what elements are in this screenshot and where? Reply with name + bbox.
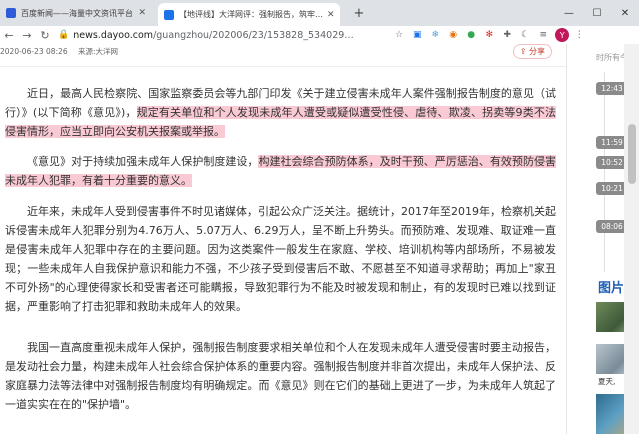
divider xyxy=(0,66,566,67)
address-bar[interactable]: news.dayoo.com/guangzhou/202006/23/15382… xyxy=(73,30,373,41)
snowflake-icon[interactable]: ❄ xyxy=(427,27,443,43)
scrollbar[interactable] xyxy=(624,44,639,434)
moon-icon[interactable]: ☾ xyxy=(517,27,533,43)
avatar[interactable]: Y xyxy=(555,28,570,42)
close-tab-icon[interactable]: ✕ xyxy=(134,8,146,18)
tab-title: 百度新闻——海量中文资讯平台 xyxy=(21,8,133,18)
reload-icon[interactable]: ↻ xyxy=(36,26,54,44)
dayoo-favicon-icon xyxy=(164,9,174,20)
paragraph-4: 我国一直高度重视未成年人保护，强制报告制度要求相关单位和个人在发现未成年人遭受侵… xyxy=(5,338,556,414)
paragraph-text: 《意见》对于持续加强未成年人保护制度建设， xyxy=(27,155,259,168)
scrollbar-thumb[interactable] xyxy=(628,124,636,184)
share-label: 分享 xyxy=(529,47,545,56)
browser-toolbar: ← → ↻ 🔒 news.dayoo.com/guangzhou/202006/… xyxy=(0,26,639,44)
lock-icon[interactable]: 🔒 xyxy=(58,30,69,40)
article-date: 2020-06-23 08:26 xyxy=(0,47,68,56)
photo-caption[interactable]: 夏天, xyxy=(598,376,615,387)
tab-strip: 百度新闻——海量中文资讯平台 ✕ 【地评线】大洋网评：强制报告，筑牢… ✕ + … xyxy=(0,0,639,26)
dot-extension-icon[interactable]: ● xyxy=(463,27,479,43)
page-content: 2020-06-23 08:26 来源:大洋网 ⇪ 分享 近日，最高人民检察院、… xyxy=(0,44,639,434)
butterfly-icon[interactable]: ✻ xyxy=(481,27,497,43)
timeline-line xyxy=(604,72,605,272)
circle-extension-icon[interactable]: ◉ xyxy=(445,27,461,43)
star-icon[interactable]: ☆ xyxy=(391,27,407,43)
puzzle-icon[interactable]: ✚ xyxy=(499,27,515,43)
paragraph-1: 近日，最高人民检察院、国家监察委员会等九部门印发《关于建立侵害未成年人案件强制报… xyxy=(5,84,556,141)
paragraph-text: 近年来，未成年人受到侵害事件不时见诸媒体，引起公众广泛关注。据统计，2017年至… xyxy=(5,205,556,313)
back-icon[interactable]: ← xyxy=(0,26,18,44)
sidebar-heading[interactable]: 图片 xyxy=(598,277,624,296)
extension-icon[interactable]: ▣ xyxy=(409,27,425,43)
paragraph-2: 《意见》对于持续加强未成年人保护制度建设，构建社会综合预防体系，及时干预、严厉惩… xyxy=(5,152,557,190)
maximize-button[interactable]: ☐ xyxy=(583,0,611,26)
list-icon[interactable]: ≡ xyxy=(535,27,551,43)
new-tab-button[interactable]: + xyxy=(346,0,372,26)
forward-icon[interactable]: → xyxy=(18,26,36,44)
share-icon: ⇪ xyxy=(519,47,527,56)
article-meta: 2020-06-23 08:26 来源:大洋网 xyxy=(0,46,118,57)
paragraph-3: 近年来，未成年人受到侵害事件不时见诸媒体，引起公众广泛关注。据统计，2017年至… xyxy=(5,202,556,316)
baidu-favicon-icon xyxy=(6,8,16,18)
article-source: 来源:大洋网 xyxy=(77,47,119,56)
share-button[interactable]: ⇪ 分享 xyxy=(512,44,552,59)
url-host: news.dayoo.com xyxy=(73,29,154,41)
minimize-button[interactable]: — xyxy=(555,0,583,26)
tab-baidu-news[interactable]: 百度新闻——海量中文资讯平台 ✕ xyxy=(0,0,152,26)
menu-icon[interactable]: ⋮ xyxy=(571,27,587,43)
close-window-button[interactable]: ✕ xyxy=(611,0,639,26)
paragraph-text: 我国一直高度重视未成年人保护，强制报告制度要求相关单位和个人在发现未成年人遭受侵… xyxy=(5,341,556,411)
url-path: /guangzhou/202006/23/153828_534029… xyxy=(153,29,354,41)
close-tab-icon[interactable]: ✕ xyxy=(323,10,335,20)
article-body: 2020-06-23 08:26 来源:大洋网 ⇪ 分享 近日，最高人民检察院、… xyxy=(0,44,567,434)
tab-dayoo-article[interactable]: 【地评线】大洋网评：强制报告，筑牢… ✕ xyxy=(158,3,340,26)
tab-title: 【地评线】大洋网评：强制报告，筑牢… xyxy=(179,10,323,19)
